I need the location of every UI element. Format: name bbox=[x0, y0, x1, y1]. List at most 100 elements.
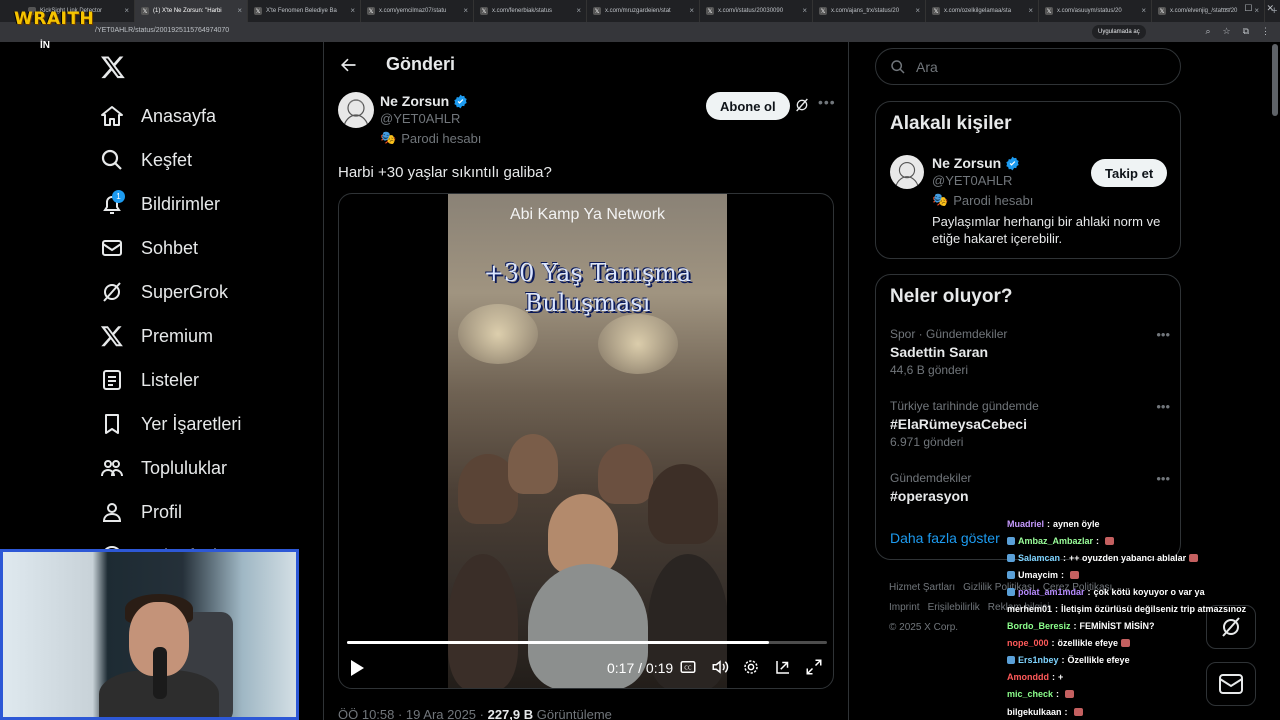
parody-text: Parodi hesabı bbox=[401, 130, 482, 146]
post-header: Gönderi bbox=[338, 54, 455, 75]
tab-label: x.com/fenerbiak/status bbox=[492, 8, 553, 14]
tab-close-icon[interactable]: × bbox=[915, 6, 920, 15]
tab-close-icon[interactable]: × bbox=[124, 6, 129, 15]
browser-menu-icon[interactable]: ⋮ bbox=[1261, 26, 1270, 37]
chat-message: polat_am1mdar: çok kötü koyuyor o var ya bbox=[1007, 583, 1277, 600]
chat-text: çok kötü koyuyor o var ya bbox=[1093, 586, 1205, 597]
chat-username[interactable]: Bordo_Beresiz bbox=[1007, 621, 1071, 631]
author-name-row[interactable]: Ne Zorsun bbox=[380, 93, 481, 109]
chat-username[interactable]: mic_check bbox=[1007, 689, 1053, 699]
chat-username[interactable]: Salamcan bbox=[1018, 553, 1060, 563]
tab-close-icon[interactable]: × bbox=[350, 6, 355, 15]
subscribe-button[interactable]: Abone ol bbox=[706, 92, 790, 120]
follow-button[interactable]: Takip et bbox=[1091, 159, 1168, 187]
nav-item-profile[interactable]: Profil bbox=[100, 490, 241, 534]
open-in-app-button[interactable]: Uygulamada aç bbox=[1092, 25, 1146, 39]
footer-link[interactable]: © 2025 X Corp. bbox=[889, 622, 958, 633]
post-text: Harbi +30 yaşlar sıkıntılı galiba? bbox=[338, 164, 552, 181]
chat-username[interactable]: Amonddd bbox=[1007, 672, 1049, 682]
nav-item-lists[interactable]: Listeler bbox=[100, 358, 241, 402]
browser-tab[interactable]: 𝕏x.com/yemcilmaz07/statu × bbox=[361, 0, 474, 22]
chat-colon: : bbox=[1051, 638, 1055, 649]
tab-close-icon[interactable]: × bbox=[1028, 6, 1033, 15]
close-window-icon[interactable]: ✕ bbox=[1266, 3, 1274, 14]
chat-username[interactable]: nope_000 bbox=[1007, 638, 1049, 648]
address-bar[interactable]: /YET0AHLR/status/2001925115764974070 Uyg… bbox=[0, 22, 1280, 42]
related-avatar[interactable] bbox=[890, 155, 924, 189]
nav-item-communities[interactable]: Topluluklar bbox=[100, 446, 241, 490]
related-people-card: Alakalı kişiler Ne Zorsun @YET0AHLR 🎭 Par… bbox=[875, 101, 1181, 259]
nav-item-premium[interactable]: Premium bbox=[100, 314, 241, 358]
nav-item-grok[interactable]: SuperGrok bbox=[100, 270, 241, 314]
nav-item-bookmarks[interactable]: Yer İşaretleri bbox=[100, 402, 241, 446]
trend-more-icon[interactable]: ••• bbox=[1156, 399, 1170, 414]
tab-close-icon[interactable]: × bbox=[576, 6, 581, 15]
author-name[interactable]: Ne Zorsun bbox=[380, 93, 449, 109]
chat-username[interactable]: Muadriel bbox=[1007, 519, 1044, 529]
browser-tab[interactable]: 𝕏x.com/ozelkilgelamaa/sta × bbox=[926, 0, 1039, 22]
nav-item-home[interactable]: Anasayfa bbox=[100, 94, 241, 138]
x-logo-icon[interactable] bbox=[100, 54, 126, 80]
video-frame[interactable]: Abi Kamp Ya Network +30 Yaş Tanışma Bulu… bbox=[448, 194, 727, 688]
browser-tab[interactable]: 𝕏x.com/fenerbiak/status × bbox=[474, 0, 587, 22]
tab-close-icon[interactable]: × bbox=[1141, 6, 1146, 15]
browser-tab[interactable]: 𝕏 (1) X'te Ne Zorsun: "Harbi × bbox=[135, 0, 248, 22]
tab-close-icon[interactable]: × bbox=[237, 6, 242, 15]
browser-tab[interactable]: 𝕏x.com/ajans_trx/status/20 × bbox=[813, 0, 926, 22]
chat-username[interactable]: Ambaz_Ambazlar bbox=[1018, 536, 1093, 546]
chat-username[interactable]: Umaycim bbox=[1018, 570, 1058, 580]
picture-in-picture-icon[interactable] bbox=[774, 658, 792, 676]
footer-link[interactable]: Hizmet Şartları bbox=[889, 582, 955, 593]
tab-favicon-icon: 𝕏 bbox=[819, 7, 827, 15]
trend-item[interactable]: Gündemdekiler #operasyon ••• bbox=[890, 471, 1170, 507]
trends-title: Neler oluyor? bbox=[890, 286, 1013, 307]
trend-item[interactable]: Türkiye tarihinde gündemde #ElaRümeysaCeb… bbox=[890, 399, 1170, 449]
trend-more-icon[interactable]: ••• bbox=[1156, 471, 1170, 486]
browser-tab[interactable]: 𝕏 X'te Fenomen Belediye Ba × bbox=[248, 0, 361, 22]
minimize-icon[interactable]: — bbox=[1221, 3, 1230, 14]
settings-gear-icon[interactable] bbox=[742, 658, 760, 676]
author-avatar[interactable] bbox=[338, 92, 374, 128]
post-timestamp[interactable]: ÖÖ 10:58 · 19 Ara 2025 · bbox=[338, 707, 488, 720]
zoom-icon[interactable]: ⌕ bbox=[1205, 26, 1210, 37]
tab-close-icon[interactable]: × bbox=[689, 6, 694, 15]
play-icon[interactable] bbox=[349, 659, 365, 677]
related-name[interactable]: Ne Zorsun bbox=[932, 155, 1001, 171]
chat-username[interactable]: merhem01 bbox=[1007, 604, 1052, 614]
primary-nav: Anasayfa Keşfet 1 Bildirimler Sohbet SuperGro… bbox=[100, 94, 241, 578]
nav-item-notifications[interactable]: 1 Bildirimler bbox=[100, 182, 241, 226]
footer-link[interactable]: Imprint bbox=[889, 602, 920, 613]
nav-item-messages[interactable]: Sohbet bbox=[100, 226, 241, 270]
chat-username[interactable]: Ers1nbey bbox=[1018, 655, 1059, 665]
url-text[interactable]: /YET0AHLR/status/2001925115764974070 bbox=[95, 27, 229, 34]
page-scrollbar[interactable] bbox=[1272, 44, 1278, 116]
nav-item-explore[interactable]: Keşfet bbox=[100, 138, 241, 182]
maximize-icon[interactable]: ☐ bbox=[1244, 3, 1252, 14]
nav-label: Sohbet bbox=[141, 237, 199, 258]
tab-close-icon[interactable]: × bbox=[463, 6, 468, 15]
fullscreen-icon[interactable] bbox=[805, 658, 823, 676]
search-input[interactable]: Ara bbox=[875, 48, 1181, 85]
show-more-link[interactable]: Daha fazla göster bbox=[890, 530, 1000, 546]
chat-username[interactable]: polat_am1mdar bbox=[1018, 587, 1085, 597]
video-player[interactable]: Abi Kamp Ya Network +30 Yaş Tanışma Bulu… bbox=[338, 193, 834, 689]
trend-more-icon[interactable]: ••• bbox=[1156, 327, 1170, 342]
video-progress-bar[interactable] bbox=[347, 641, 827, 644]
browser-tab[interactable]: 𝕏x.com/i/status/20030090 × bbox=[700, 0, 813, 22]
browser-tab[interactable]: 𝕏x.com/mruzgardeien/stat × bbox=[587, 0, 700, 22]
chat-username[interactable]: bilgekulkaan bbox=[1007, 707, 1062, 717]
grok-icon[interactable] bbox=[794, 97, 810, 113]
trend-item[interactable]: Spor · Gündemdekiler Sadettin Saran 44,6 B… bbox=[890, 327, 1170, 377]
chat-message: Muadriel: aynen öyle bbox=[1007, 515, 1277, 532]
captions-icon[interactable]: CC bbox=[679, 658, 697, 676]
footer-link[interactable]: Erişilebilirlik bbox=[928, 602, 980, 613]
extensions-icon[interactable]: ⧉ bbox=[1243, 26, 1249, 37]
more-options-icon[interactable]: ••• bbox=[818, 94, 836, 110]
back-arrow-icon[interactable] bbox=[338, 55, 358, 75]
author-handle[interactable]: @YET0AHLR bbox=[380, 111, 481, 126]
volume-icon[interactable] bbox=[711, 658, 729, 676]
browser-tab[interactable]: 𝕏x.com/asuuym/status/20 × bbox=[1039, 0, 1152, 22]
notification-badge: 1 bbox=[112, 190, 125, 203]
tab-close-icon[interactable]: × bbox=[802, 6, 807, 15]
bookmark-star-icon[interactable]: ☆ bbox=[1222, 26, 1230, 37]
